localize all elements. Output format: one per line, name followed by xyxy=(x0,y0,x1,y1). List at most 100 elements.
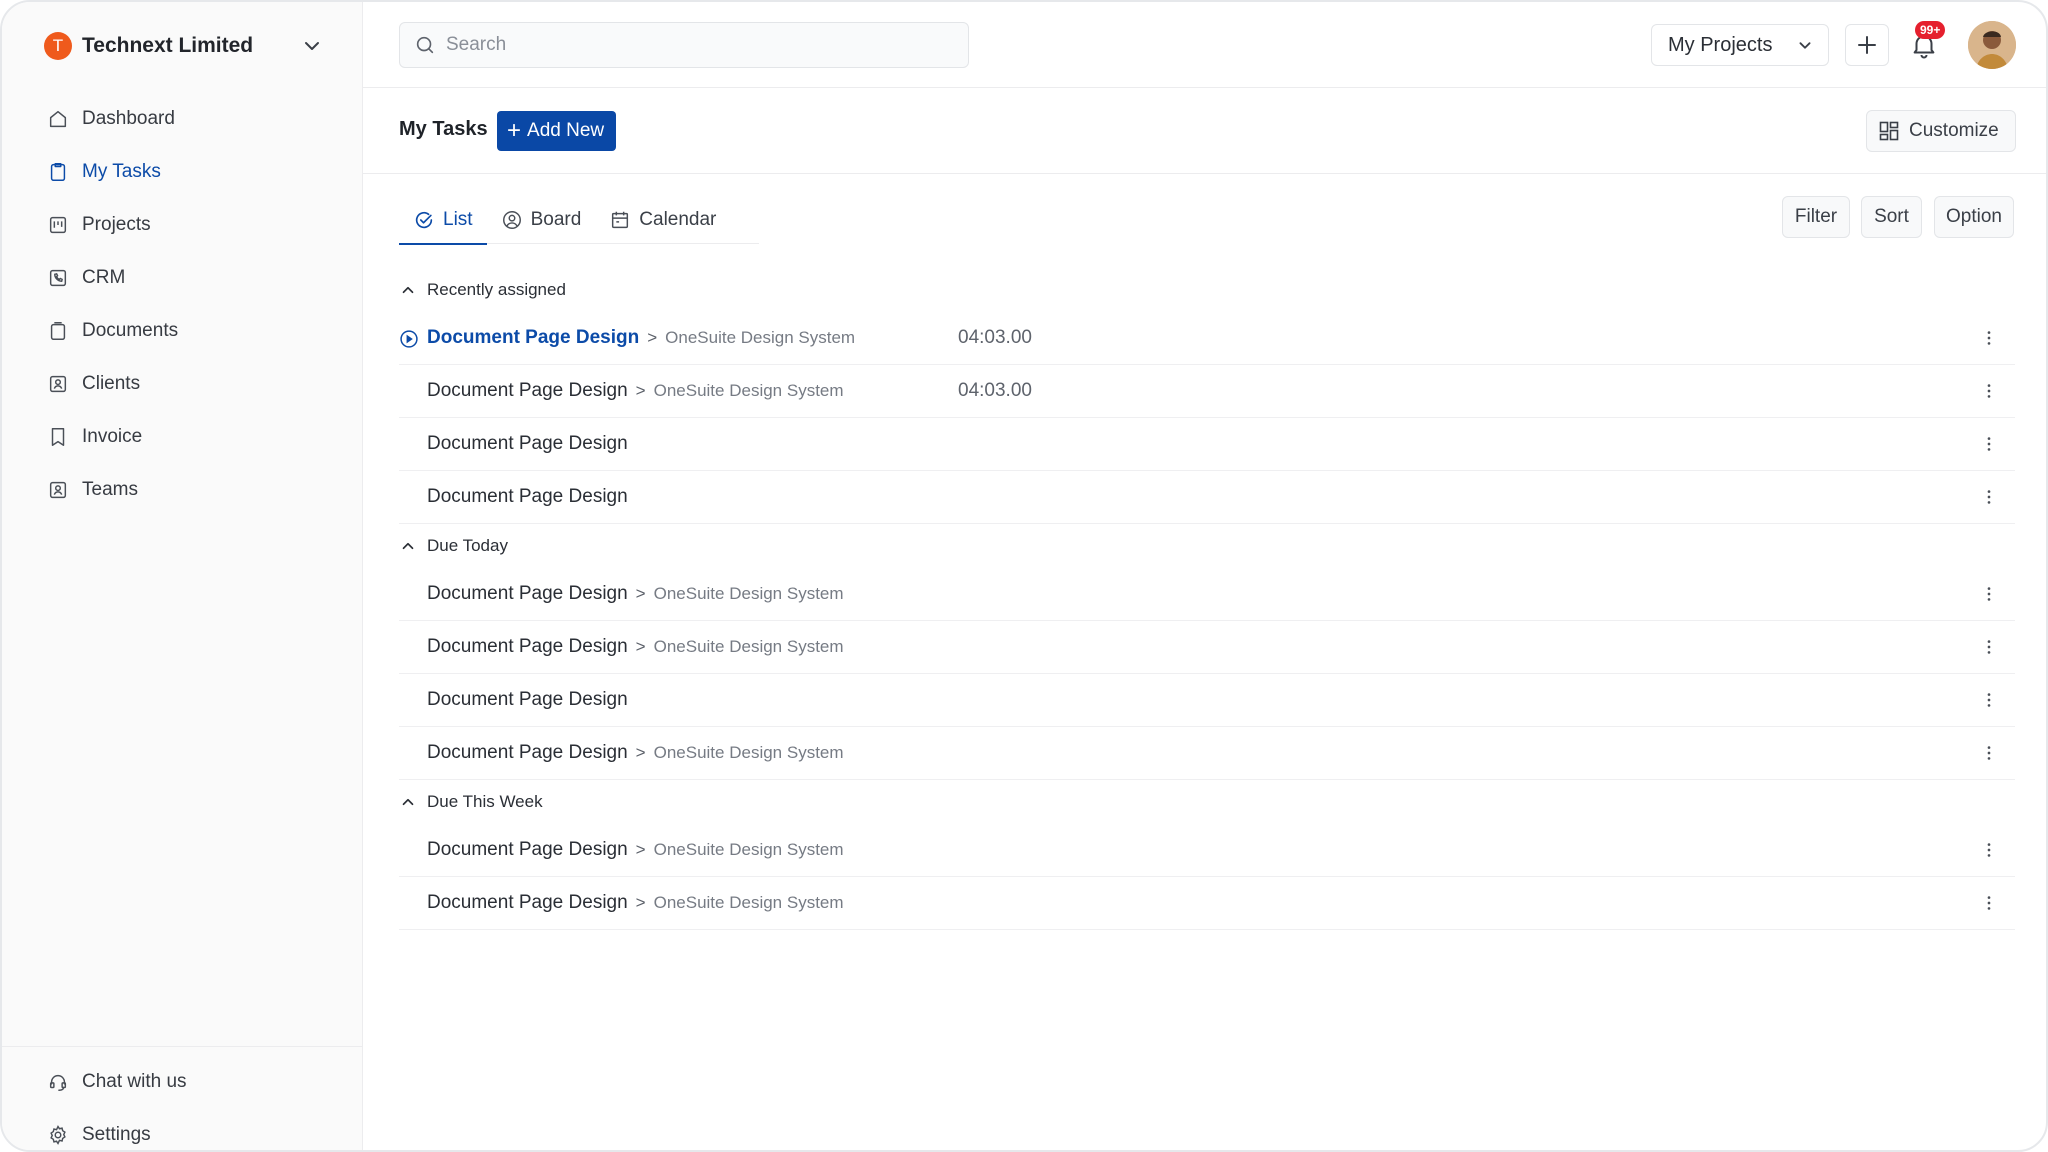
sidebar-item-invoice[interactable]: Invoice xyxy=(38,410,338,463)
sidebar-nav: Dashboard My Tasks Projects CRM Document… xyxy=(38,92,338,516)
tab-board[interactable]: Board xyxy=(487,196,596,244)
filter-button[interactable]: Filter xyxy=(1782,196,1850,238)
task-title[interactable]: Document Page Design xyxy=(427,839,628,861)
option-button[interactable]: Option xyxy=(1934,196,2014,238)
task-project[interactable]: OneSuite Design System xyxy=(654,381,844,401)
headset-icon xyxy=(46,1070,70,1094)
more-vertical-icon[interactable] xyxy=(1977,326,2001,350)
more-vertical-icon[interactable] xyxy=(1977,485,2001,509)
sidebar-item-label: Invoice xyxy=(82,425,143,447)
add-new-label: Add New xyxy=(527,120,605,141)
add-new-button[interactable]: + Add New xyxy=(497,111,617,151)
task-row[interactable]: Document Page Design xyxy=(399,674,2015,727)
task-row[interactable]: Document Page Design > OneSuite Design Sys… xyxy=(399,727,2015,780)
page-title: My Tasks xyxy=(399,118,488,140)
sidebar-item-dashboard[interactable]: Dashboard xyxy=(38,92,338,145)
task-row[interactable]: Document Page Design xyxy=(399,418,2015,471)
search-icon xyxy=(416,36,434,54)
more-vertical-icon[interactable] xyxy=(1977,891,2001,915)
sidebar-item-projects[interactable]: Projects xyxy=(38,198,338,251)
org-name: Technext Limited xyxy=(82,34,254,57)
home-icon xyxy=(46,107,70,131)
more-vertical-icon[interactable] xyxy=(1977,838,2001,862)
sort-button[interactable]: Sort xyxy=(1861,196,1922,238)
task-title[interactable]: Document Page Design xyxy=(427,892,628,914)
projects-dropdown[interactable]: My Projects xyxy=(1651,24,1829,66)
sidebar: T Technext Limited Dashboard My Tasks Pr… xyxy=(2,2,363,1150)
chevron-up-icon xyxy=(399,537,419,555)
task-title[interactable]: Document Page Design xyxy=(427,636,628,658)
search-input[interactable] xyxy=(446,34,926,56)
task-row[interactable]: Document Page Design > OneSuite Design Sys… xyxy=(399,877,2015,930)
avatar-image xyxy=(1968,21,2016,69)
task-title[interactable]: Document Page Design xyxy=(427,380,628,402)
group-title: Due This Week xyxy=(427,792,543,811)
more-vertical-icon[interactable] xyxy=(1977,582,2001,606)
create-button[interactable] xyxy=(1845,24,1889,66)
search-box[interactable] xyxy=(399,22,969,68)
sidebar-item-label: My Tasks xyxy=(82,160,161,182)
customize-button[interactable]: Customize xyxy=(1866,110,2016,152)
task-title[interactable]: Document Page Design xyxy=(427,433,628,455)
task-project[interactable]: OneSuite Design System xyxy=(654,743,844,763)
tab-calendar[interactable]: Calendar xyxy=(595,196,730,244)
task-row[interactable]: Document Page Design > OneSuite Design Sys… xyxy=(399,621,2015,674)
group-header[interactable]: Due Today xyxy=(399,524,2015,568)
task-project[interactable]: OneSuite Design System xyxy=(654,584,844,604)
task-row[interactable]: Document Page Design > OneSuite Design Sys… xyxy=(399,568,2015,621)
task-project[interactable]: OneSuite Design System xyxy=(665,328,855,348)
sidebar-item-settings[interactable]: Settings xyxy=(38,1108,363,1150)
tab-list[interactable]: List xyxy=(399,196,487,245)
breadcrumb-separator: > xyxy=(635,743,646,762)
sidebar-item-chat[interactable]: Chat with us xyxy=(38,1055,363,1108)
breadcrumb-separator: > xyxy=(635,381,646,400)
chevron-down-icon xyxy=(1799,42,1811,49)
team-icon xyxy=(46,478,70,502)
chevron-down-icon xyxy=(305,42,319,50)
tab-label: Board xyxy=(530,209,582,230)
tab-label: List xyxy=(443,209,473,230)
sidebar-item-crm[interactable]: CRM xyxy=(38,251,338,304)
list-check-icon xyxy=(413,209,435,231)
task-project[interactable]: OneSuite Design System xyxy=(654,840,844,860)
sidebar-item-label: Projects xyxy=(82,213,151,235)
page-header: My Tasks + Add New Customize xyxy=(363,88,2046,174)
task-project[interactable]: OneSuite Design System xyxy=(654,637,844,657)
task-title[interactable]: Document Page Design xyxy=(427,327,639,349)
more-vertical-icon[interactable] xyxy=(1977,688,2001,712)
task-timer: 04:03.00 xyxy=(958,327,1032,348)
play-circle-icon[interactable] xyxy=(399,329,419,349)
org-switcher[interactable]: T Technext Limited xyxy=(44,30,324,62)
gear-icon xyxy=(46,1123,70,1147)
plus-icon xyxy=(1858,36,1876,54)
task-row[interactable]: Document Page Design xyxy=(399,471,2015,524)
more-vertical-icon[interactable] xyxy=(1977,741,2001,765)
app-window: T Technext Limited Dashboard My Tasks Pr… xyxy=(0,0,2048,1152)
sidebar-item-label: Clients xyxy=(82,372,141,394)
group-header[interactable]: Due This Week xyxy=(399,780,2015,824)
sidebar-item-teams[interactable]: Teams xyxy=(38,463,338,516)
sidebar-item-my-tasks[interactable]: My Tasks xyxy=(38,145,338,198)
group-title: Due Today xyxy=(427,536,508,555)
more-vertical-icon[interactable] xyxy=(1977,379,2001,403)
tab-label: Calendar xyxy=(639,209,717,230)
breadcrumb-separator: > xyxy=(635,637,646,656)
task-title[interactable]: Document Page Design xyxy=(427,486,628,508)
task-title[interactable]: Document Page Design xyxy=(427,689,628,711)
view-tabs: List Board Calendar xyxy=(399,196,759,245)
task-row[interactable]: Document Page Design > OneSuite Design Sys… xyxy=(399,312,2015,365)
avatar[interactable] xyxy=(1968,21,2016,69)
task-title[interactable]: Document Page Design xyxy=(427,742,628,764)
task-row[interactable]: Document Page Design > OneSuite Design Sys… xyxy=(399,365,2015,418)
sidebar-item-clients[interactable]: Clients xyxy=(38,357,338,410)
breadcrumb-separator: > xyxy=(635,893,646,912)
task-row[interactable]: Document Page Design > OneSuite Design Sys… xyxy=(399,824,2015,877)
more-vertical-icon[interactable] xyxy=(1977,635,2001,659)
more-vertical-icon[interactable] xyxy=(1977,432,2001,456)
sidebar-item-label: Settings xyxy=(82,1123,151,1145)
projects-dropdown-label: My Projects xyxy=(1668,33,1773,56)
task-title[interactable]: Document Page Design xyxy=(427,583,628,605)
task-project[interactable]: OneSuite Design System xyxy=(654,893,844,913)
group-header[interactable]: Recently assigned xyxy=(399,268,2015,312)
sidebar-item-documents[interactable]: Documents xyxy=(38,304,338,357)
